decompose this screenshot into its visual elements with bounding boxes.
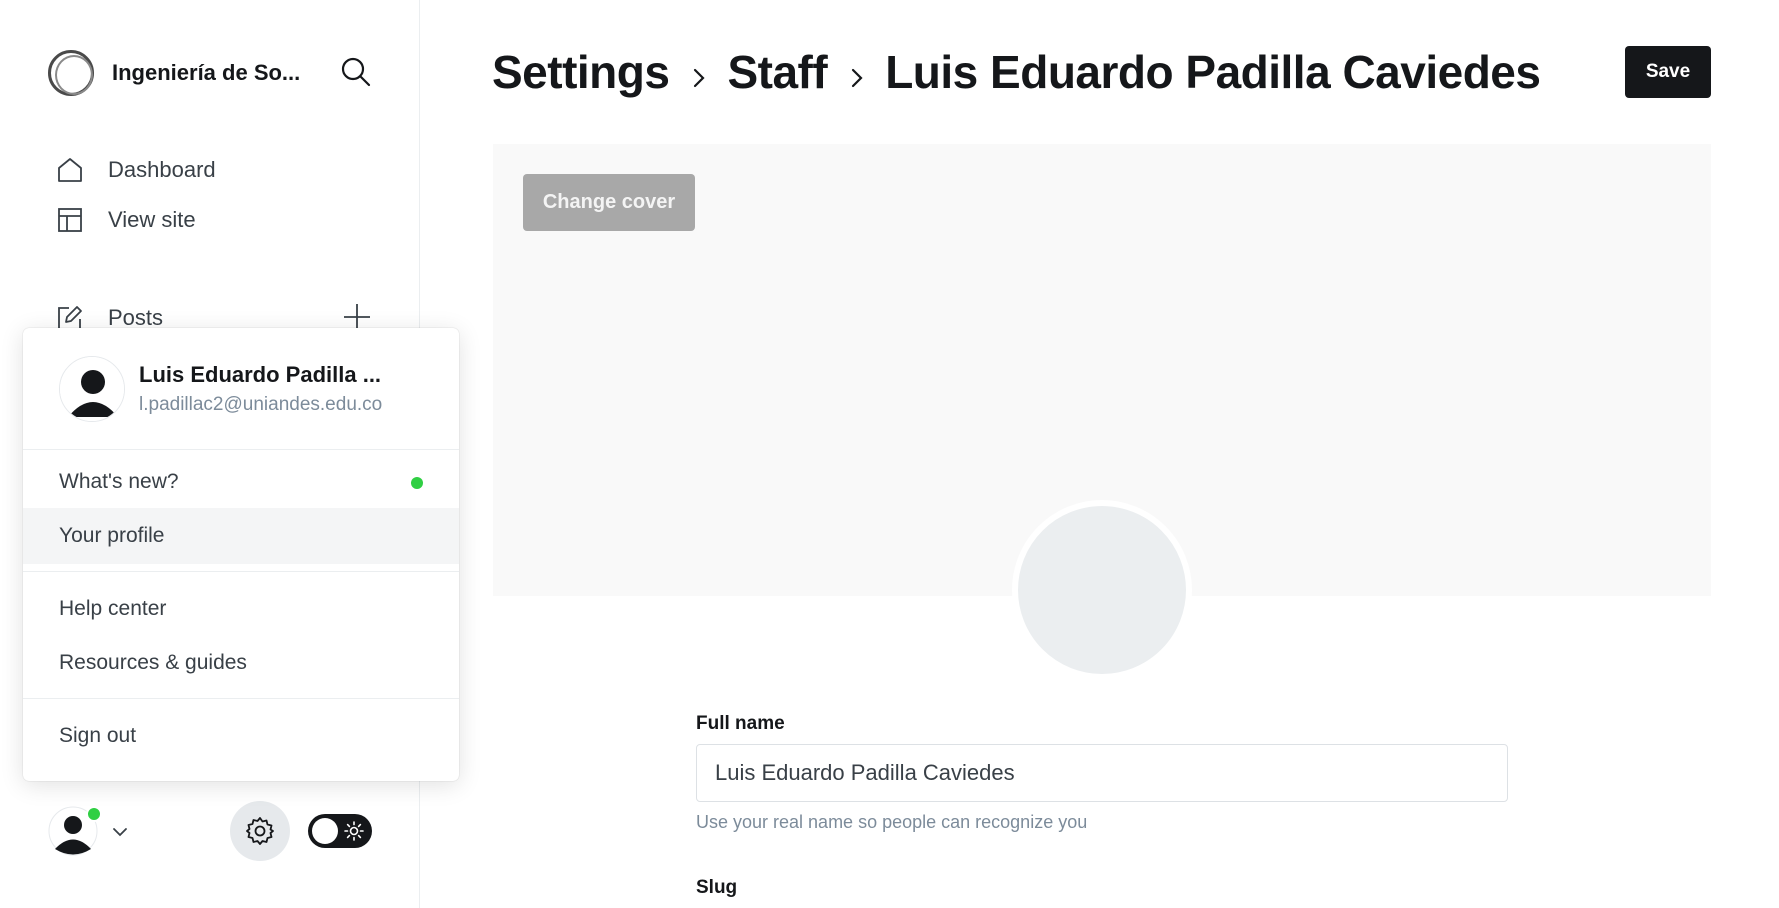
save-button[interactable]: Save: [1625, 46, 1711, 98]
user-avatar-icon: [60, 357, 124, 421]
slug-label: Slug: [696, 877, 738, 898]
site-logo-icon: [48, 50, 94, 96]
divider: [23, 698, 459, 699]
nav-dashboard[interactable]: Dashboard: [56, 152, 216, 188]
site-name: Ingeniería de So...: [112, 60, 301, 85]
search-icon[interactable]: [340, 56, 372, 88]
account-dropdown-menu: Luis Eduardo Padilla ... l.padillac2@uni…: [23, 328, 459, 781]
chevron-right-icon: [852, 68, 863, 88]
online-status-dot: [86, 806, 102, 822]
avatar: [59, 356, 125, 422]
menu-item-label: Your profile: [59, 524, 165, 547]
menu-item-help-center[interactable]: Help center: [23, 581, 459, 637]
menu-item-whats-new[interactable]: What's new?: [23, 454, 459, 510]
settings-button[interactable]: [230, 801, 290, 861]
breadcrumb-staff[interactable]: Staff: [727, 45, 827, 99]
chevron-right-icon: [694, 68, 706, 88]
menu-item-sign-out[interactable]: Sign out: [23, 708, 459, 764]
dropdown-user-email: l.padillac2@uniandes.edu.co: [139, 394, 383, 415]
user-menu-avatar[interactable]: [48, 806, 102, 856]
layout-icon: [56, 206, 84, 234]
chevron-down-icon[interactable]: [110, 822, 130, 842]
new-indicator-dot: [411, 477, 423, 489]
dropdown-user-name: Luis Eduardo Padilla ...: [139, 362, 382, 387]
breadcrumb-settings[interactable]: Settings: [492, 45, 670, 99]
menu-item-label: Resources & guides: [59, 651, 247, 674]
divider: [23, 571, 459, 572]
dropdown-user-card: Luis Eduardo Padilla ... l.padillac2@uni…: [59, 356, 389, 422]
menu-item-label: Help center: [59, 597, 167, 620]
nav-view-site[interactable]: View site: [56, 202, 196, 238]
menu-item-resources[interactable]: Resources & guides: [23, 635, 459, 691]
full-name-field[interactable]: [696, 744, 1508, 802]
breadcrumb: Settings Staff Luis Eduardo Padilla Cavi…: [492, 40, 1541, 104]
profile-image-upload[interactable]: [1012, 500, 1192, 680]
gear-icon: [246, 817, 274, 845]
nav-view-site-label: View site: [108, 207, 196, 232]
toggle-knob: [312, 818, 338, 844]
menu-item-label: What's new?: [59, 470, 179, 493]
full-name-label: Full name: [696, 713, 785, 734]
site-brand[interactable]: Ingeniería de So...: [48, 48, 312, 98]
sun-icon: [344, 821, 364, 841]
full-name-hint: Use your real name so people can recogni…: [696, 812, 1088, 832]
menu-item-your-profile[interactable]: Your profile: [23, 508, 459, 564]
menu-item-label: Sign out: [59, 724, 137, 747]
change-cover-button[interactable]: Change cover: [523, 174, 695, 231]
page-title: Luis Eduardo Padilla Caviedes: [885, 46, 1541, 98]
home-icon: [56, 156, 84, 184]
theme-toggle[interactable]: [308, 814, 372, 848]
divider: [23, 449, 459, 450]
nav-dashboard-label: Dashboard: [108, 157, 216, 182]
